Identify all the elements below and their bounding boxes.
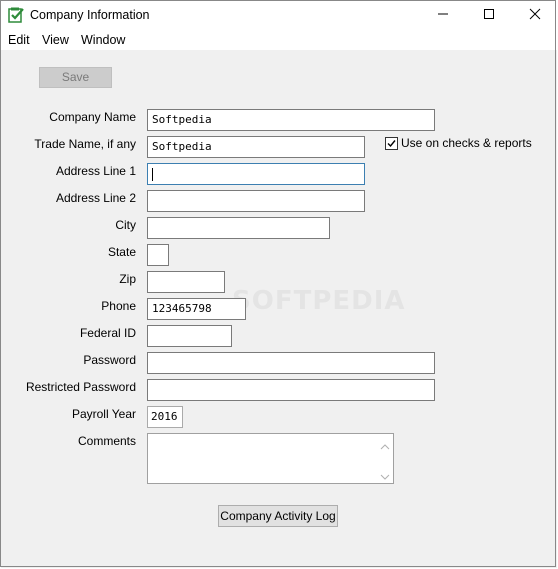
address2-field[interactable] xyxy=(147,190,365,212)
address2-label: Address Line 2 xyxy=(55,191,136,205)
password-field[interactable] xyxy=(147,352,435,374)
title-bar: Company Information xyxy=(0,0,558,31)
company-activity-log-button[interactable]: Company Activity Log xyxy=(218,505,338,527)
company-name-field[interactable]: Softpedia xyxy=(147,109,435,131)
phone-label: Phone xyxy=(101,299,136,313)
minimize-icon xyxy=(437,8,449,23)
window-title: Company Information xyxy=(30,8,150,22)
password-label: Password xyxy=(83,353,136,367)
payroll-year-label: Payroll Year xyxy=(71,407,136,421)
maximize-button[interactable] xyxy=(466,0,512,31)
close-button[interactable] xyxy=(512,0,558,31)
watermark: SOFTPEDIA xyxy=(232,286,406,316)
zip-label: Zip xyxy=(119,272,136,286)
scroll-down-icon[interactable] xyxy=(380,470,390,480)
trade-name-label: Trade Name, if any xyxy=(34,137,136,151)
federal-id-field[interactable] xyxy=(147,325,232,347)
address1-field[interactable] xyxy=(147,163,365,185)
federal-id-label: Federal ID xyxy=(79,326,136,340)
city-label: City xyxy=(115,218,136,232)
company-name-label: Company Name xyxy=(49,110,136,124)
payroll-year-field[interactable]: 2016 xyxy=(147,406,183,428)
use-on-checks-checkbox[interactable] xyxy=(385,136,398,150)
menu-bar: Edit View Window xyxy=(0,31,558,50)
phone-field[interactable]: 123465798 xyxy=(147,298,246,320)
comments-textarea[interactable] xyxy=(147,433,394,484)
state-label: State xyxy=(107,245,136,259)
close-icon xyxy=(529,8,541,23)
use-on-checks-option[interactable]: Use on checks & reports xyxy=(385,136,532,150)
minimize-button[interactable] xyxy=(420,0,466,31)
app-checkmark-icon xyxy=(8,7,24,23)
menu-view[interactable]: View xyxy=(42,33,69,47)
save-button[interactable]: Save xyxy=(39,67,112,88)
menu-edit[interactable]: Edit xyxy=(8,33,30,47)
restricted-password-field[interactable] xyxy=(147,379,435,401)
scroll-up-icon[interactable] xyxy=(380,440,390,450)
city-field[interactable] xyxy=(147,217,330,239)
comments-label: Comments xyxy=(77,434,136,448)
state-field[interactable] xyxy=(147,244,169,266)
trade-name-field[interactable]: Softpedia xyxy=(147,136,365,158)
address1-label: Address Line 1 xyxy=(55,164,136,178)
checkmark-icon xyxy=(387,139,396,147)
restricted-password-label: Restricted Password xyxy=(25,380,136,394)
use-on-checks-label: Use on checks & reports xyxy=(401,136,532,150)
text-caret xyxy=(152,167,153,181)
zip-field[interactable] xyxy=(147,271,225,293)
menu-window[interactable]: Window xyxy=(81,33,125,47)
maximize-icon xyxy=(483,8,495,23)
